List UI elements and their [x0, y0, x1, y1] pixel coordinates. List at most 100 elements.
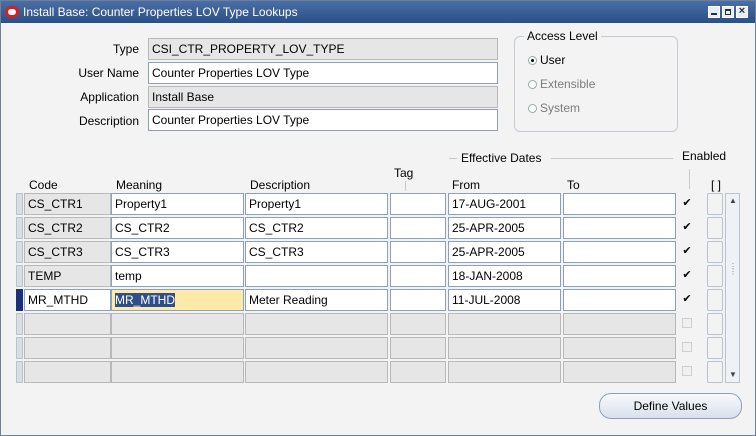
- cell-meaning[interactable]: CS_CTR3: [111, 241, 244, 263]
- cell-from[interactable]: 18-JAN-2008: [448, 265, 561, 287]
- cell-meaning[interactable]: [111, 337, 244, 359]
- enabled-checkbox[interactable]: [682, 318, 692, 328]
- description-label: Description: [78, 114, 139, 128]
- cell-from[interactable]: 17-AUG-2001: [448, 193, 561, 215]
- col-meaning-header: Meaning: [116, 178, 163, 192]
- cell-meaning[interactable]: temp: [111, 265, 244, 287]
- type-field[interactable]: CSI_CTR_PROPERTY_LOV_TYPE: [148, 38, 498, 60]
- oracle-logo-icon: [5, 6, 19, 18]
- cell-from[interactable]: 25-APR-2005: [448, 241, 561, 263]
- enabled-checkbox[interactable]: [682, 366, 692, 376]
- radio-unselected-icon: [528, 80, 537, 89]
- user-name-label: User Name: [78, 66, 139, 80]
- enabled-checkbox[interactable]: ✔: [682, 222, 692, 233]
- row-dff-cell[interactable]: [707, 217, 723, 239]
- cell-to[interactable]: [563, 217, 676, 239]
- row-marker[interactable]: [16, 265, 23, 287]
- cell-description[interactable]: Property1: [245, 193, 388, 215]
- row-dff-cell[interactable]: [707, 361, 723, 383]
- cell-tag[interactable]: [390, 241, 446, 263]
- enabled-checkbox[interactable]: [682, 342, 692, 352]
- row-dff-cell[interactable]: [707, 265, 723, 287]
- cell-from[interactable]: [448, 313, 561, 335]
- row-marker[interactable]: [16, 337, 23, 359]
- enabled-checkbox[interactable]: ✔: [682, 270, 692, 281]
- description-field[interactable]: Counter Properties LOV Type: [148, 109, 498, 131]
- cell-to[interactable]: [563, 289, 676, 311]
- cell-meaning[interactable]: Property1: [111, 193, 244, 215]
- cell-to[interactable]: [563, 313, 676, 335]
- scroll-up-icon[interactable]: ▲: [729, 196, 737, 205]
- cell-from[interactable]: [448, 361, 561, 383]
- col-code-header: Code: [29, 178, 58, 192]
- cell-tag[interactable]: [390, 313, 446, 335]
- scroll-grip-icon[interactable]: ⋮ ⋮: [729, 263, 737, 276]
- cell-description[interactable]: [245, 313, 388, 335]
- minimize-icon[interactable]: [708, 6, 720, 18]
- cell-tag[interactable]: [390, 265, 446, 287]
- radio-extensible[interactable]: Extensible: [528, 77, 595, 91]
- row-marker[interactable]: [16, 217, 23, 239]
- cell-description[interactable]: [245, 361, 388, 383]
- enabled-checkbox[interactable]: ✔: [682, 246, 692, 257]
- maximize-icon[interactable]: [722, 6, 734, 18]
- cell-tag[interactable]: [390, 217, 446, 239]
- cell-from[interactable]: 25-APR-2005: [448, 217, 561, 239]
- cell-code[interactable]: MR_MTHD: [24, 289, 111, 311]
- row-dff-cell[interactable]: [707, 337, 723, 359]
- cell-code[interactable]: CS_CTR3: [24, 241, 111, 263]
- application-field[interactable]: Install Base: [148, 86, 498, 108]
- cell-meaning[interactable]: CS_CTR2: [111, 217, 244, 239]
- radio-unselected-icon: [528, 104, 537, 113]
- cell-description[interactable]: CS_CTR3: [245, 241, 388, 263]
- cell-description[interactable]: [245, 337, 388, 359]
- cell-to[interactable]: [563, 337, 676, 359]
- close-icon[interactable]: ×: [736, 5, 748, 18]
- cell-meaning[interactable]: [111, 313, 244, 335]
- row-dff-cell[interactable]: [707, 193, 723, 215]
- row-dff-cell[interactable]: [707, 289, 723, 311]
- cell-code[interactable]: CS_CTR1: [24, 193, 111, 215]
- user-name-field[interactable]: Counter Properties LOV Type: [148, 62, 498, 84]
- cell-meaning-active[interactable]: MR_MTHD: [111, 289, 244, 311]
- enabled-checkbox[interactable]: ✔: [682, 294, 692, 305]
- row-marker[interactable]: [16, 313, 23, 335]
- col-from-header: From: [452, 178, 480, 192]
- cell-tag[interactable]: [390, 289, 446, 311]
- cell-from[interactable]: 11-JUL-2008: [448, 289, 561, 311]
- define-values-button[interactable]: Define Values: [599, 393, 742, 419]
- row-marker[interactable]: [16, 193, 23, 215]
- cell-to[interactable]: [563, 193, 676, 215]
- cell-description[interactable]: Meter Reading: [245, 289, 388, 311]
- effective-dates-line-right: [551, 158, 673, 159]
- selected-text: MR_MTHD: [115, 293, 175, 307]
- row-marker[interactable]: [16, 241, 23, 263]
- row-dff-cell[interactable]: [707, 241, 723, 263]
- cell-to[interactable]: [563, 265, 676, 287]
- cell-code[interactable]: [24, 313, 111, 335]
- row-dff-cell[interactable]: [707, 313, 723, 335]
- cell-description[interactable]: CS_CTR2: [245, 217, 388, 239]
- cell-to[interactable]: [563, 241, 676, 263]
- cell-code[interactable]: [24, 361, 111, 383]
- cell-code[interactable]: CS_CTR2: [24, 217, 111, 239]
- enabled-checkbox[interactable]: ✔: [682, 198, 692, 209]
- cell-meaning[interactable]: [111, 361, 244, 383]
- cell-to[interactable]: [563, 361, 676, 383]
- select-all-bracket[interactable]: [ ]: [711, 178, 721, 192]
- cell-from[interactable]: [448, 337, 561, 359]
- application-label: Application: [80, 90, 139, 104]
- cell-tag[interactable]: [390, 361, 446, 383]
- cell-code[interactable]: [24, 337, 111, 359]
- row-marker[interactable]: [16, 361, 23, 383]
- vertical-scrollbar[interactable]: ▲ ⋮ ⋮ ▼: [725, 193, 740, 383]
- cell-tag[interactable]: [390, 337, 446, 359]
- cell-description[interactable]: [245, 265, 388, 287]
- access-level-title: Access Level: [524, 29, 601, 43]
- scroll-down-icon[interactable]: ▼: [729, 370, 737, 379]
- current-row-marker[interactable]: [16, 289, 23, 311]
- radio-user[interactable]: User: [528, 53, 565, 67]
- cell-code[interactable]: TEMP: [24, 265, 111, 287]
- radio-system[interactable]: System: [528, 101, 580, 115]
- cell-tag[interactable]: [390, 193, 446, 215]
